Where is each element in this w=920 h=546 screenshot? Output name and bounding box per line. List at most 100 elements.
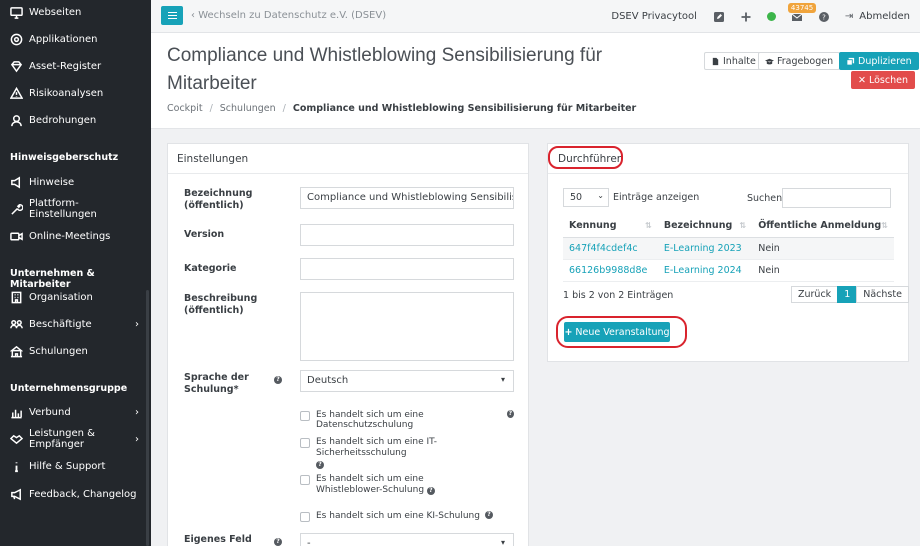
pagination-prev[interactable]: Zurück <box>791 286 839 303</box>
chevron-right-icon: › <box>135 433 139 445</box>
bezeichnung-link[interactable]: E-Learning 2024 <box>664 265 742 276</box>
sidebar-item-label: Schulungen <box>29 345 88 357</box>
pagination-next[interactable]: Nächste <box>856 286 909 303</box>
breadcrumb-item[interactable]: Cockpit <box>167 103 203 114</box>
sidebar-item-webseiten[interactable]: Webseiten <box>10 2 145 22</box>
megaphone-icon <box>10 176 23 189</box>
sidebar-item-beschaeftigte[interactable]: Beschäftigte › <box>10 314 145 334</box>
graduation-cap-icon <box>765 58 774 64</box>
help-icon[interactable]: ? <box>316 461 324 469</box>
beschreibung-label: Beschreibung (öffentlich) <box>184 293 258 316</box>
sidebar: Webseiten Applikationen Asset-Register R… <box>0 0 151 546</box>
inhalte-button[interactable]: Inhalte <box>704 52 763 70</box>
building-icon <box>10 291 23 304</box>
help-icon[interactable]: ? <box>274 536 282 546</box>
column-header-kennung[interactable]: Kennung ⇅ <box>563 215 658 238</box>
panel-divider <box>168 173 528 174</box>
cog-circle-icon <box>10 33 23 46</box>
help-icon[interactable]: ? <box>426 487 435 495</box>
duplizieren-button[interactable]: Duplizieren <box>839 52 919 70</box>
sidebar-item-schulungen[interactable]: Schulungen <box>10 341 145 361</box>
help-icon[interactable]: ? <box>484 511 493 519</box>
menu-toggle-button[interactable] <box>161 6 183 25</box>
sidebar-scrollbar[interactable] <box>146 290 149 546</box>
users-icon <box>10 318 23 331</box>
sidebar-item-risikoanalysen[interactable]: Risikoanalysen <box>10 83 145 103</box>
sprache-value: Deutsch <box>307 375 349 386</box>
help-icon[interactable]: ? <box>506 410 514 418</box>
bullhorn-icon <box>10 488 23 501</box>
sidebar-item-label: Organisation <box>29 291 93 303</box>
bezeichnung-input[interactable]: Compliance und Whistleblowing Sensibilis… <box>300 187 514 209</box>
sidebar-item-label: Webseiten <box>29 6 82 18</box>
checkbox-it-sicherheit[interactable]: Es handelt sich um eine IT-Sicherheitssc… <box>300 437 514 470</box>
checkbox[interactable] <box>300 512 310 522</box>
search-label: Suchen <box>747 193 783 204</box>
tool-name[interactable]: DSEV Privacytool <box>611 11 697 22</box>
sidebar-item-verbund[interactable]: Verbund › <box>10 402 145 422</box>
topbar: ‹ Wechseln zu Datenschutz e.V. (DSEV) DS… <box>151 0 920 33</box>
sidebar-item-label: Verbund <box>29 406 71 418</box>
checkbox-ki[interactable]: Es handelt sich um eine KI-Schulung ? <box>300 511 514 522</box>
pagination: Zurück 1 Nächste <box>791 286 909 303</box>
eigenes-feld-select[interactable]: - ▾ <box>300 533 514 546</box>
help-icon[interactable]: ? <box>274 374 282 384</box>
sidebar-item-online-meetings[interactable]: Online-Meetings <box>10 226 145 246</box>
sidebar-item-asset-register[interactable]: Asset-Register <box>10 56 145 76</box>
help-icon[interactable]: ? <box>818 11 830 23</box>
sidebar-item-hilfe[interactable]: Hilfe & Support <box>10 456 145 476</box>
sort-icon: ⇅ <box>881 221 888 230</box>
breadcrumb-item[interactable]: Schulungen <box>220 103 276 114</box>
sidebar-item-label: Asset-Register <box>29 60 102 72</box>
search-input[interactable] <box>782 188 891 208</box>
eigenes-feld-value: - <box>307 538 311 546</box>
pagination-page[interactable]: 1 <box>837 286 858 303</box>
sidebar-item-label: Hilfe & Support <box>29 460 106 472</box>
sidebar-item-hinweise[interactable]: Hinweise <box>10 172 145 192</box>
checkbox[interactable] <box>300 475 310 485</box>
page-length-select[interactable]: 50 ⌄ <box>563 188 609 207</box>
copy-icon <box>846 57 855 66</box>
warning-icon <box>10 86 23 100</box>
column-header-bezeichnung[interactable]: Bezeichnung ⇅ <box>657 215 753 238</box>
logout-link[interactable]: Abmelden <box>859 11 910 22</box>
svg-text:?: ? <box>822 13 826 21</box>
bezeichnung-link[interactable]: E-Learning 2023 <box>664 243 742 254</box>
chevron-right-icon: › <box>135 406 139 418</box>
breadcrumb: Cockpit / Schulungen / Compliance und Whistl… <box>167 103 637 114</box>
sidebar-item-label: Leistungen & Empfänger <box>29 428 95 450</box>
status-online-icon <box>766 12 776 21</box>
sidebar-item-organisation[interactable]: Organisation <box>10 287 145 307</box>
sidebar-item-label: Bedrohungen <box>29 114 97 126</box>
checkbox-whistleblower[interactable]: Es handelt sich um eine Whistleblower-Sc… <box>300 474 514 496</box>
checkbox-datenschutz[interactable]: Es handelt sich um eine Datenschutzschul… <box>300 410 514 430</box>
sidebar-item-label: Plattform-Einstellungen <box>29 198 97 220</box>
edit-icon[interactable] <box>713 11 725 23</box>
page-length-label: Einträge anzeigen <box>613 192 700 203</box>
kennung-link[interactable]: 647f4f4cdef4c <box>569 243 638 254</box>
loeschen-button[interactable]: ✕ Löschen <box>851 71 915 89</box>
kennung-link[interactable]: 66126b9988d8e <box>569 265 647 276</box>
beschreibung-textarea[interactable] <box>300 292 514 361</box>
checkbox[interactable] <box>300 438 310 448</box>
fragebogen-button[interactable]: Fragebogen <box>758 52 841 70</box>
plus-icon[interactable] <box>740 11 752 23</box>
column-header-anmeldung[interactable]: Öffentliche Anmeldung ⇅ <box>752 215 894 238</box>
sidebar-item-applikationen[interactable]: Applikationen <box>10 29 145 49</box>
checkbox-label: Es handelt sich um eine KI-Schulung <box>316 511 480 521</box>
switch-organization-link[interactable]: ‹ Wechseln zu Datenschutz e.V. (DSEV) <box>191 10 386 21</box>
kategorie-label: Kategorie <box>184 263 237 274</box>
page-title: Compliance und Whistleblowing Sensibilis… <box>167 45 603 94</box>
logout-icon[interactable]: ⇥ <box>845 11 853 22</box>
sidebar-item-label: Online-Meetings <box>29 230 111 242</box>
sprache-select[interactable]: Deutsch ▾ <box>300 370 514 392</box>
checkbox[interactable] <box>300 411 310 421</box>
kategorie-input[interactable] <box>300 258 514 280</box>
version-input[interactable] <box>300 224 514 246</box>
sidebar-item-feedback[interactable]: Feedback, Changelog <box>10 484 145 504</box>
sidebar-item-plattform-einstellungen[interactable]: Plattform-Einstellungen <box>10 198 145 220</box>
sidebar-item-bedrohungen[interactable]: Bedrohungen <box>10 110 145 130</box>
checkbox-label: Es handelt sich um eine Datenschutzschul… <box>316 410 424 430</box>
sidebar-item-leistungen[interactable]: Leistungen & Empfänger › <box>10 428 145 450</box>
mail-icon[interactable]: 43745 <box>787 2 817 23</box>
